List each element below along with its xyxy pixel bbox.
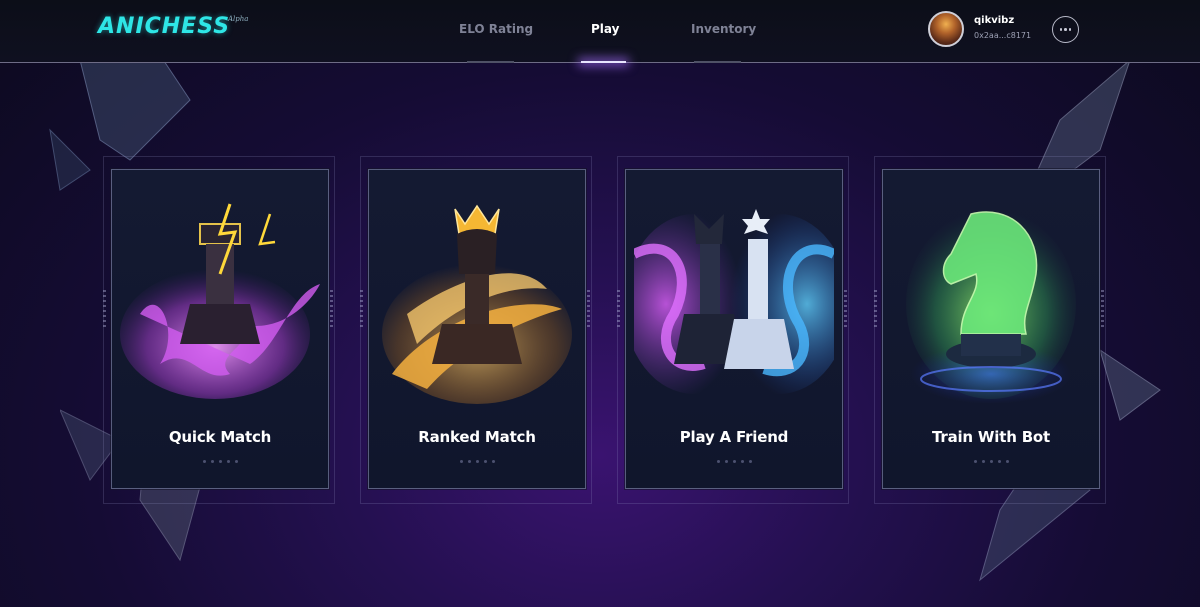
play-a-friend-card[interactable]: Play A Friend xyxy=(625,169,843,489)
user-avatar[interactable] xyxy=(928,11,964,47)
card-pagination-dots xyxy=(369,460,585,463)
card-title-quick-match: Quick Match xyxy=(168,428,272,446)
wallet-address: 0x2aa...c8171 xyxy=(974,31,1032,40)
king-crown-icon xyxy=(382,204,572,404)
rook-lightning-icon xyxy=(120,203,320,399)
card-title-train-with-bot: Train With Bot xyxy=(931,428,1050,446)
nav-underline-inventory xyxy=(694,61,741,63)
card-title-ranked-match: Ranked Match xyxy=(418,428,536,446)
queen-king-pair-icon xyxy=(634,209,834,394)
nav-tab-elo-rating[interactable]: ELO Rating xyxy=(459,22,533,36)
card-pagination-dots xyxy=(626,460,842,463)
ellipsis-icon xyxy=(1059,28,1063,31)
more-menu-button[interactable] xyxy=(1052,16,1079,43)
frame-tick-decoration xyxy=(103,290,106,330)
username: qikvibz xyxy=(974,15,1015,26)
frame-tick-decoration xyxy=(617,290,620,330)
nav-tab-play[interactable]: Play xyxy=(591,22,619,36)
card-title-play-a-friend: Play A Friend xyxy=(679,428,789,446)
logo-alpha-tag: Alpha xyxy=(228,15,249,23)
card-pagination-dots xyxy=(112,460,328,463)
frame-tick-decoration xyxy=(874,290,877,330)
nav-underline-play xyxy=(581,61,626,63)
frame-tick-decoration xyxy=(360,290,363,330)
anichess-logo[interactable]: ANICHESS xyxy=(98,14,230,39)
card-pagination-dots xyxy=(883,460,1099,463)
ranked-match-card[interactable]: Ranked Match xyxy=(368,169,586,489)
nav-tab-inventory[interactable]: Inventory xyxy=(691,22,756,36)
frame-tick-decoration xyxy=(1101,290,1104,330)
frame-tick-decoration xyxy=(587,290,590,330)
nav-underline-elo-rating xyxy=(467,61,514,63)
train-with-bot-card[interactable]: Train With Bot xyxy=(882,169,1100,489)
knight-icon xyxy=(906,209,1076,404)
quick-match-card[interactable]: Quick Match xyxy=(111,169,329,489)
frame-tick-decoration xyxy=(844,290,847,330)
frame-tick-decoration xyxy=(330,290,333,330)
